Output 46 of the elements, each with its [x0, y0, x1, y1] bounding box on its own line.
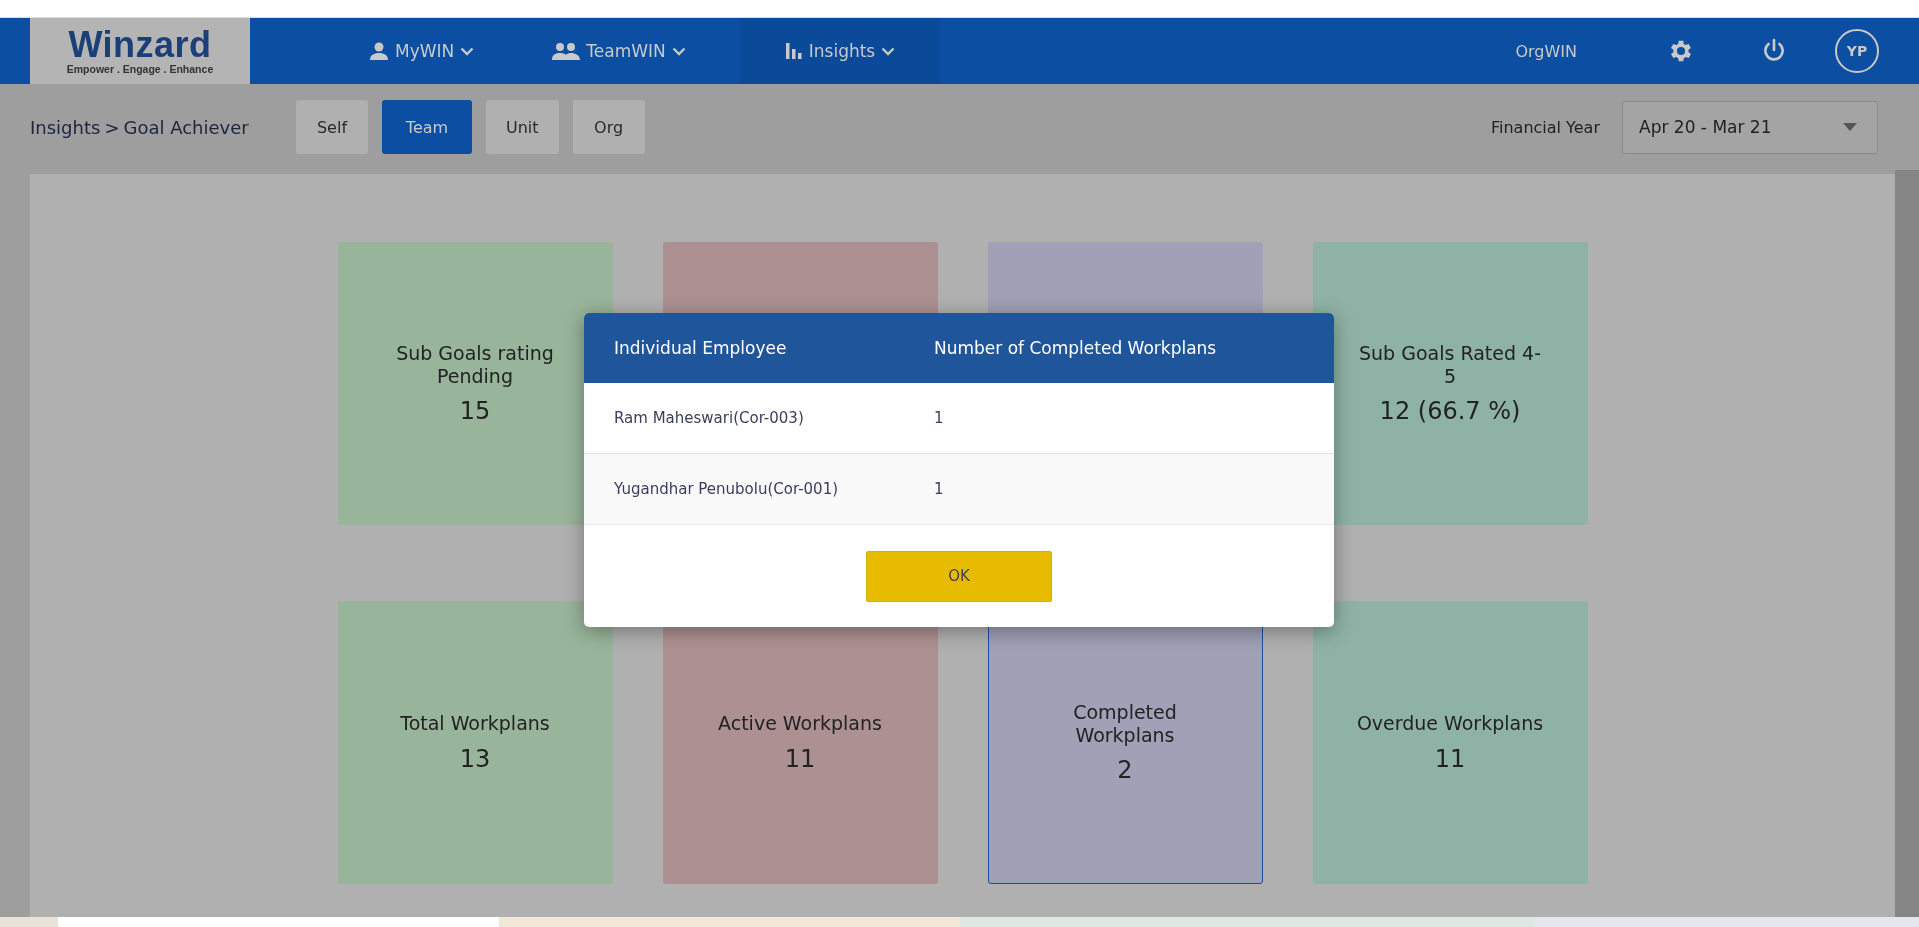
column-header: Individual Employee: [613, 338, 788, 358]
people-icon: [552, 41, 581, 61]
card-title: Sub Goals Rated 4-5: [1358, 341, 1542, 388]
stat-card[interactable]: Sub Goals rating Pending 15: [337, 242, 613, 525]
scope-tab[interactable]: Self: [296, 100, 368, 154]
scope-tab[interactable]: Unit: [486, 100, 559, 154]
table-cell-text: 1: [933, 409, 944, 427]
card-title: Total Workplans: [400, 712, 550, 735]
user-avatar[interactable]: YP: [1835, 29, 1879, 73]
breadcrumb-separator: >: [104, 116, 120, 138]
stat-card[interactable]: Sub Goals Rated 4-5 12 (66.7 %): [1312, 242, 1588, 525]
card-title: Sub Goals rating Pending: [395, 341, 555, 388]
bar-chart-icon: [784, 42, 803, 60]
nav-menu[interactable]: MyWIN: [345, 18, 499, 84]
chevron-down-icon: [881, 46, 896, 56]
card-value: 12 (66.7 %): [1379, 397, 1521, 426]
ok-button[interactable]: OK: [866, 550, 1052, 602]
financial-year-dropdown[interactable]: Apr 20 - Mar 21: [1622, 100, 1878, 154]
logo[interactable]: Winzard Empower . Engage . Enhance: [30, 18, 250, 84]
card-value: 2: [1117, 756, 1133, 785]
scope-tab[interactable]: Team: [382, 100, 472, 154]
card-title: Active Workplans: [718, 712, 882, 735]
table-cell-text: 1: [933, 480, 944, 498]
stat-card[interactable]: Overdue Workplans 11: [1312, 601, 1588, 884]
orgwin-link[interactable]: OrgWIN: [1515, 41, 1577, 61]
card-value: 11: [784, 744, 816, 773]
table-cell-text: Yugandhar Penubolu(Cor-001): [613, 480, 840, 498]
chevron-down-icon: [671, 46, 686, 56]
nav-menu[interactable]: TeamWIN: [528, 18, 710, 84]
person-icon: [369, 41, 389, 61]
column-header: Number of Completed Workplans: [933, 338, 1217, 358]
nav-menu[interactable]: Insights: [739, 18, 941, 84]
stat-card[interactable]: Total Workplans 13: [337, 601, 613, 884]
card-title: Overdue Workplans: [1356, 712, 1544, 735]
dropdown-caret-icon: [1843, 123, 1857, 131]
table-cell-text: Ram Maheswari(Cor-003): [613, 409, 805, 427]
card-value: 13: [459, 744, 491, 773]
page-title: Goal Achiever: [123, 116, 249, 138]
chevron-down-icon: [460, 46, 475, 56]
card-value: 11: [1434, 744, 1466, 773]
scope-tab[interactable]: Org: [572, 100, 645, 154]
power-icon[interactable]: [1761, 38, 1787, 64]
card-value: 15: [459, 397, 491, 426]
card-title: Completed Workplans: [1072, 700, 1178, 747]
financial-year-label: Financial Year: [1490, 117, 1600, 137]
breadcrumb-link[interactable]: Insights: [30, 116, 101, 138]
